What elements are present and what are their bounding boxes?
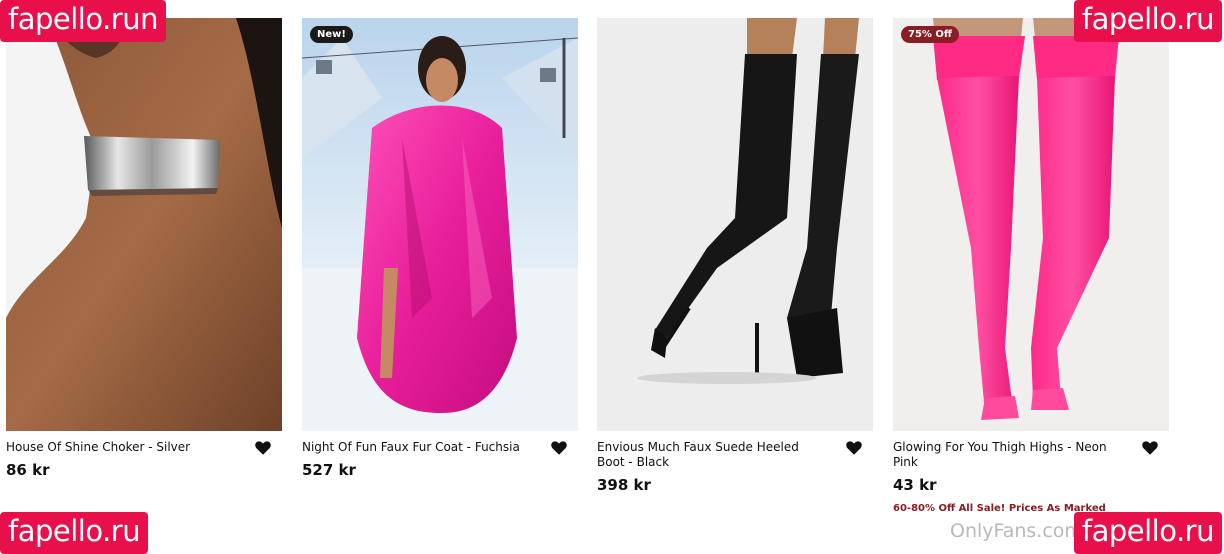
discount-badge: 75% Off [901,26,960,43]
watermark-bottom-right: fapello.ru [1073,512,1222,554]
product-card-fur-coat[interactable]: New! Night Of Fun Faux Fur Coat - Fuchsi… [302,18,578,479]
product-name[interactable]: Glowing For You Thigh Highs - Neon Pink [893,440,1118,470]
new-badge: New! [310,26,353,43]
product-price: 43 kr [893,476,937,494]
product-card-choker[interactable]: House Of Shine Choker - Silver 86 kr [6,18,282,479]
heart-icon[interactable] [845,439,863,457]
watermark-bottom-left: fapello.ru [0,512,149,554]
watermark-top-right: fapello.ru [1073,0,1222,42]
product-price: 527 kr [302,461,356,479]
heart-icon[interactable] [1141,439,1159,457]
product-name[interactable]: Envious Much Faux Suede Heeled Boot - Bl… [597,440,822,470]
product-price: 86 kr [6,461,50,479]
product-image-fur-coat[interactable]: New! [302,18,578,431]
product-name[interactable]: House Of Shine Choker - Silver [6,440,231,455]
product-name[interactable]: Night Of Fun Faux Fur Coat - Fuchsia [302,440,527,455]
product-card-thigh-highs[interactable]: 75% Off Glowing For You Thigh Highs - Ne… [893,18,1169,514]
product-card-boot[interactable]: Envious Much Faux Suede Heeled Boot - Bl… [597,18,873,494]
onlyfans-credit-text: OnlyFans.com [950,520,1083,542]
heart-icon[interactable] [550,439,568,457]
product-image-thigh-highs[interactable]: 75% Off [893,18,1169,431]
watermark-top-left: fapello.run [0,0,166,42]
product-price: 398 kr [597,476,651,494]
heart-icon[interactable] [254,439,272,457]
product-image-choker[interactable] [6,18,282,431]
product-image-boot[interactable] [597,18,873,431]
